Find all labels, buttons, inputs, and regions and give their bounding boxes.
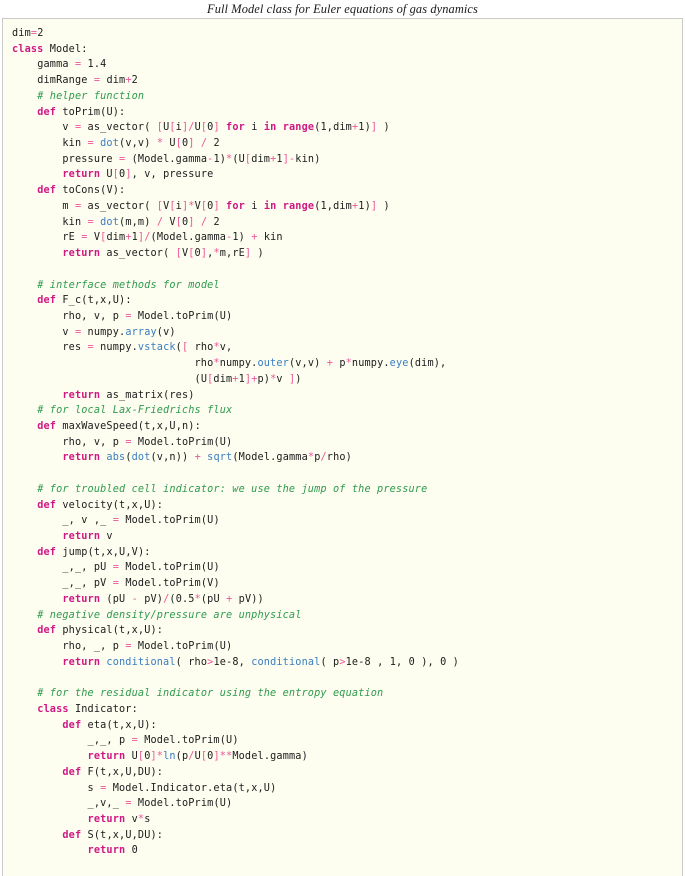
code-line: def toCons(V): [37,185,126,197]
code-line: rho, v, p = Model.toPrim(U) [62,436,233,448]
code-listing: dim=2 class Model: gamma = 1.4 dimRange =… [12,26,682,859]
code-line: _,_, pV = Model.toPrim(V) [62,578,220,590]
code-line: (U[dim+1]+p)*v ]) [12,373,302,385]
code-line: class Indicator: [37,703,138,715]
code-line: m = as_vector( [V[i]*V[0] for i in range… [62,200,390,212]
code-line: return (pU - pV)/(0.5*(pU + pV)) [62,593,264,605]
code-line: rho, _, p = Model.toPrim(U) [62,641,233,653]
code-line: kin = dot(v,v) * U[0] / 2 [62,138,220,150]
code-line: s = Model.Indicator.eta(t,x,U) [87,782,277,794]
code-line: rE = V[dim+1]/(Model.gamma-1) + kin [62,232,283,244]
code-line: # for the residual indicator using the e… [37,688,384,700]
code-line: # for troubled cell indicator: we use th… [37,483,428,495]
code-line: return abs(dot(v,n)) + sqrt(Model.gamma*… [62,452,352,464]
code-line: return U[0]*ln(p/U[0]**Model.gamma) [87,751,308,763]
code-line: # for local Lax-Friedrichs flux [37,405,233,417]
code-line: return v [62,531,113,542]
code-line: res = numpy.vstack([ rho*v, [62,342,233,354]
code-line: def velocity(t,x,U): [37,499,164,511]
code-line: v = as_vector( [U[i]/U[0] for i in range… [62,122,390,134]
code-line: pressure = (Model.gamma-1)*(U[dim+1]-kin… [62,153,321,165]
figure-page: Full Model class for Euler equations of … [0,0,685,876]
code-line: return as_vector( [V[0],*m,rE] ) [62,248,264,260]
code-line: return 0 [87,845,138,857]
code-line: class Model: [12,43,88,55]
code-line: def F(t,x,U,DU): [62,766,164,778]
code-line: def eta(t,x,U): [62,719,157,731]
code-line: v = numpy.array(v) [62,326,176,338]
code-line: _,_, p = Model.toPrim(U) [87,735,239,747]
code-line: def jump(t,x,U,V): [37,546,151,558]
figure-caption: Full Model class for Euler equations of … [207,2,478,16]
code-scroll-area: dim=2 class Model: gamma = 1.4 dimRange =… [3,19,682,859]
code-line: dim=2 [12,28,44,39]
code-line: kin = dot(m,m) / V[0] / 2 [62,216,220,228]
code-line: _,v,_ = Model.toPrim(U) [87,798,233,810]
code-line: # interface methods for model [37,279,220,291]
code-line: return conditional( rho>1e-8, conditiona… [62,656,459,668]
code-line: def toPrim(U): [37,106,126,118]
code-line: _,_, pU = Model.toPrim(U) [62,562,220,574]
code-line: return as_matrix(res) [62,389,195,401]
code-line: _, v ,_ = Model.toPrim(U) [62,515,220,527]
code-line: def F_c(t,x,U): [37,295,132,307]
code-line: rho, v, p = Model.toPrim(U) [62,310,233,322]
code-line: return v*s [87,813,151,825]
code-line: return U[0], v, pressure [62,169,214,181]
code-line: def maxWaveSpeed(t,x,U,n): [37,420,201,432]
code-line: rho*numpy.outer(v,v) + p*numpy.eye(dim), [194,358,447,370]
code-line: dimRange = dim+2 [37,75,138,87]
code-listing-box: dim=2 class Model: gamma = 1.4 dimRange =… [2,18,683,876]
code-line: # helper function [37,90,145,102]
code-line: gamma = 1.4 [37,59,107,71]
code-line: def physical(t,x,U): [37,625,164,637]
code-line: # negative density/pressure are unphysic… [37,609,302,621]
code-line: def S(t,x,U,DU): [62,829,164,841]
